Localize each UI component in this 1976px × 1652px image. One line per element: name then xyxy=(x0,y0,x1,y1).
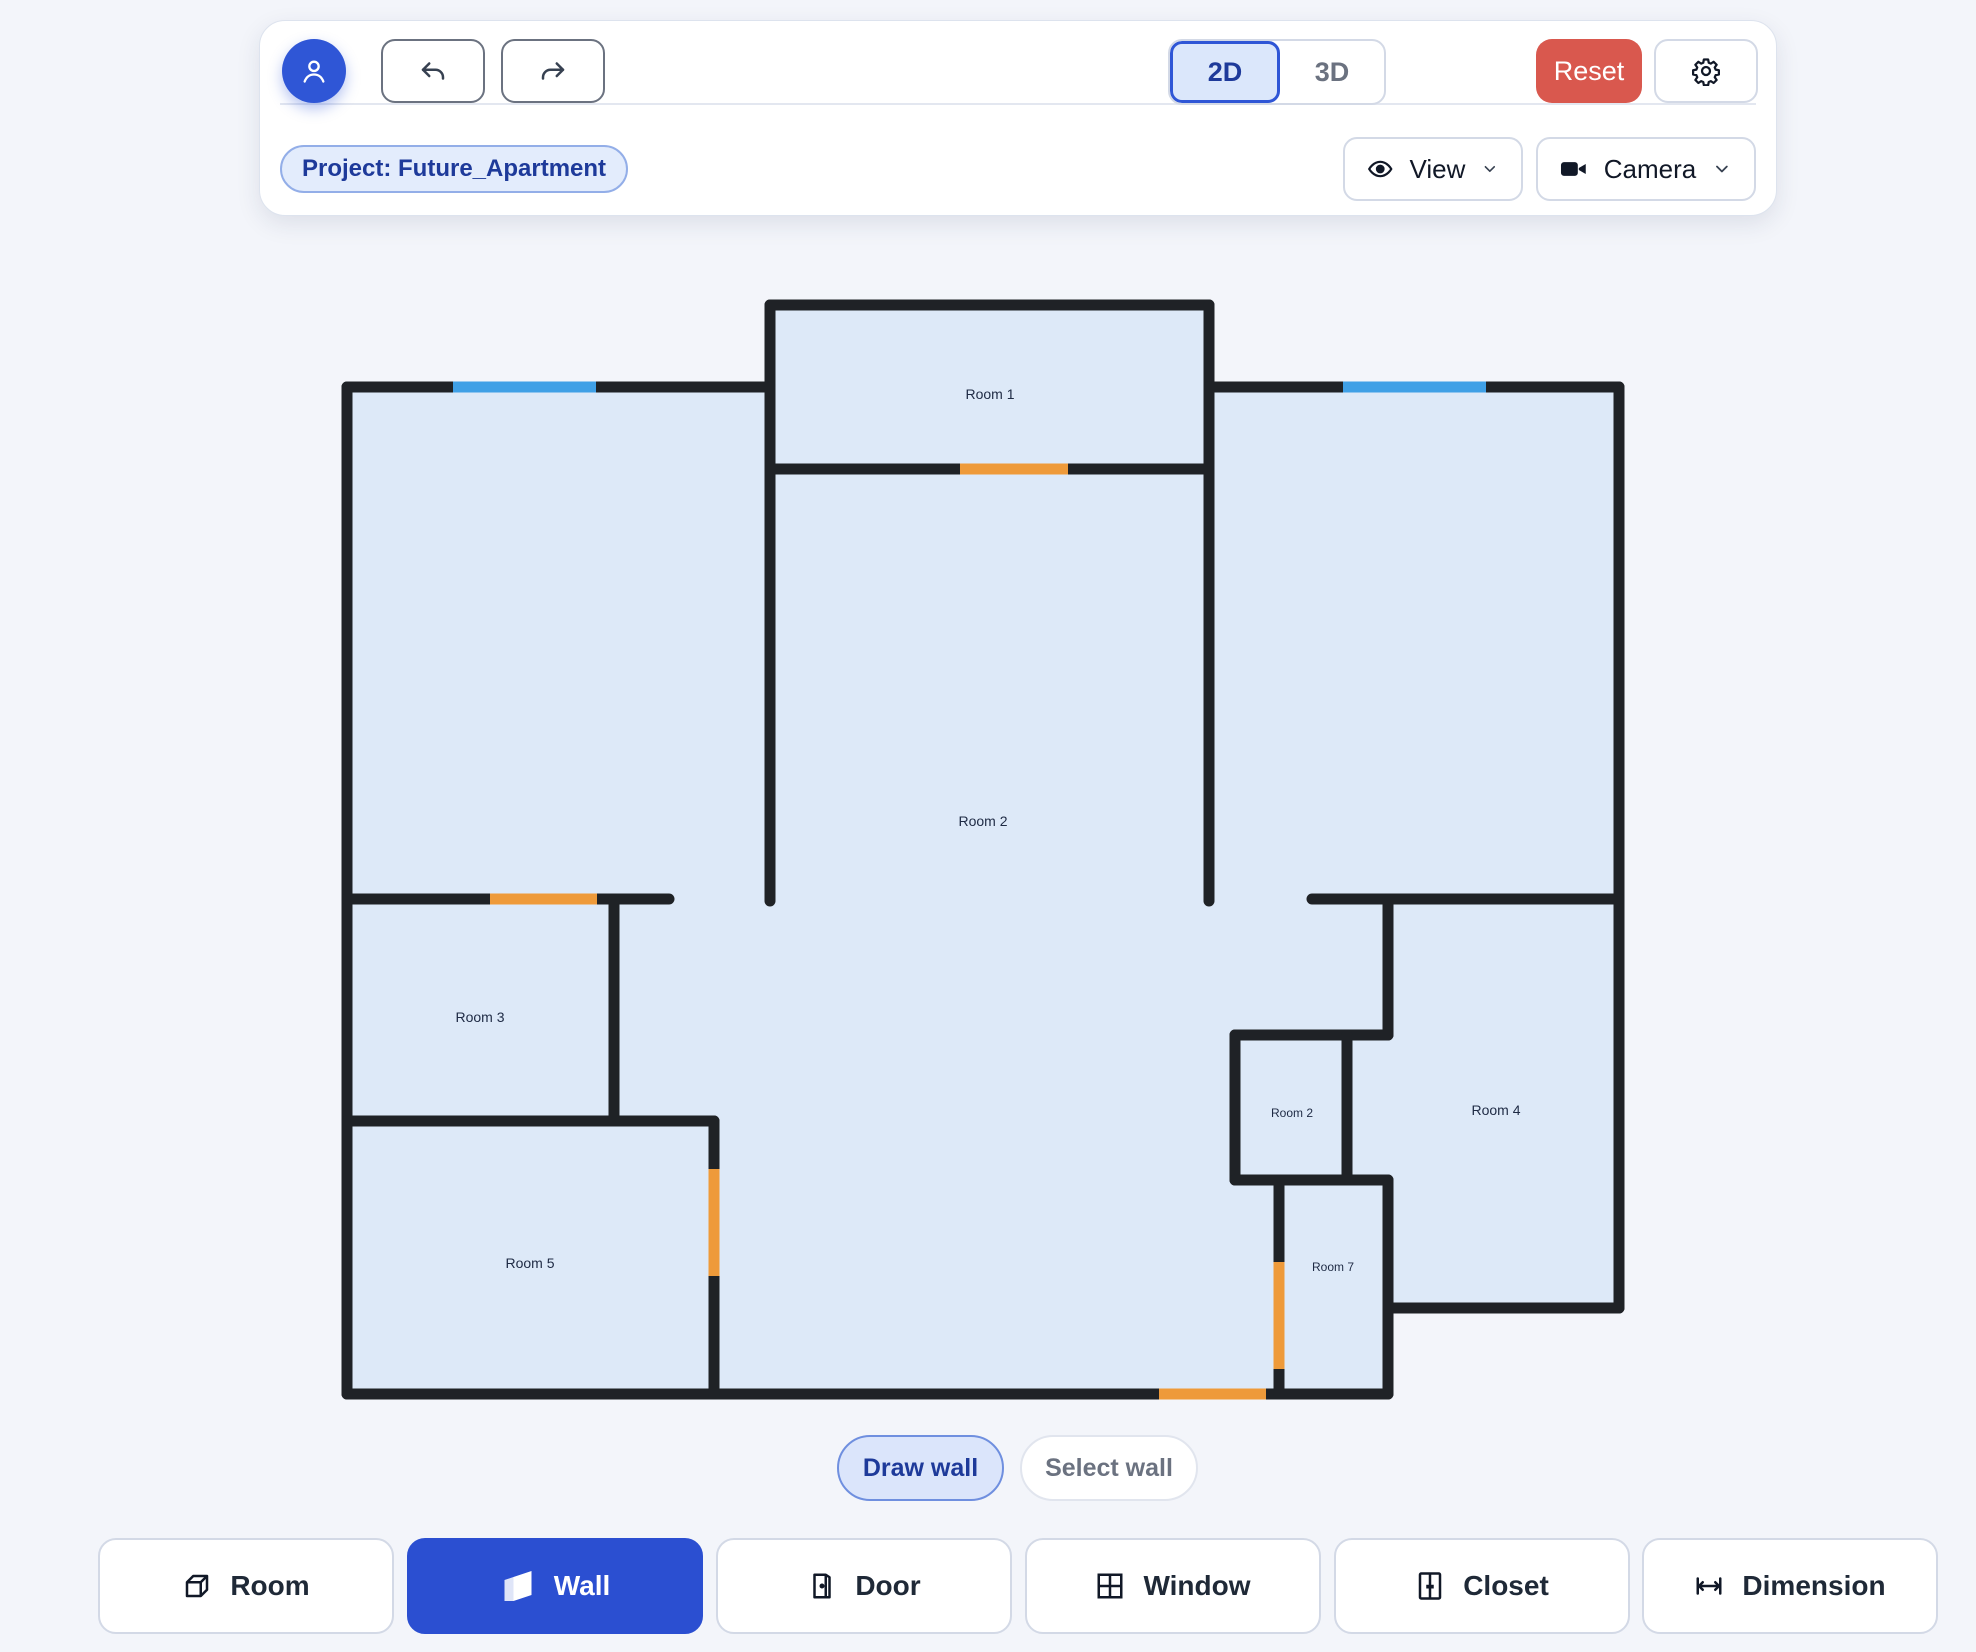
tool-room-button[interactable]: Room xyxy=(98,1538,394,1634)
closet-icon xyxy=(1418,1572,1442,1600)
tool-dimension-label: Dimension xyxy=(1742,1570,1886,1601)
tool-door-label: Door xyxy=(855,1570,921,1601)
tool-wall-label: Wall xyxy=(553,1570,611,1601)
door-icon xyxy=(813,1573,832,1599)
tool-wall-button[interactable]: Wall xyxy=(407,1538,703,1634)
room-label: Room 7 xyxy=(1312,1260,1354,1274)
tool-dimension-button[interactable]: Dimension xyxy=(1642,1538,1938,1634)
room-label: Room 5 xyxy=(505,1255,554,1271)
tool-room-label: Room xyxy=(230,1570,310,1601)
tool-door-button[interactable]: Door xyxy=(716,1538,1012,1634)
room-label: Room 4 xyxy=(1471,1102,1520,1118)
wall-icon xyxy=(504,1571,532,1601)
room-label: Room 3 xyxy=(455,1009,504,1025)
tool-closet-label: Closet xyxy=(1463,1570,1549,1601)
tool-window-button[interactable]: Window xyxy=(1025,1538,1321,1634)
room-icon xyxy=(186,1574,209,1598)
room-label: Room 2 xyxy=(1271,1106,1313,1120)
tool-window-label: Window xyxy=(1143,1570,1251,1601)
dimension-icon xyxy=(1696,1577,1722,1595)
select-wall-button[interactable]: Select wall xyxy=(1020,1435,1198,1501)
floor-plan-canvas[interactable]: Room 1 Room 2 Room 3 Room 5 Room 2 Room … xyxy=(0,0,1976,1420)
draw-wall-button[interactable]: Draw wall xyxy=(837,1435,1004,1501)
tool-closet-button[interactable]: Closet xyxy=(1334,1538,1630,1634)
room-label: Room 2 xyxy=(958,813,1007,829)
tool-bar: Room Wall Door Window Closet Dimension xyxy=(98,1538,1938,1634)
room-label: Room 1 xyxy=(965,386,1014,402)
window-icon xyxy=(1097,1573,1123,1599)
